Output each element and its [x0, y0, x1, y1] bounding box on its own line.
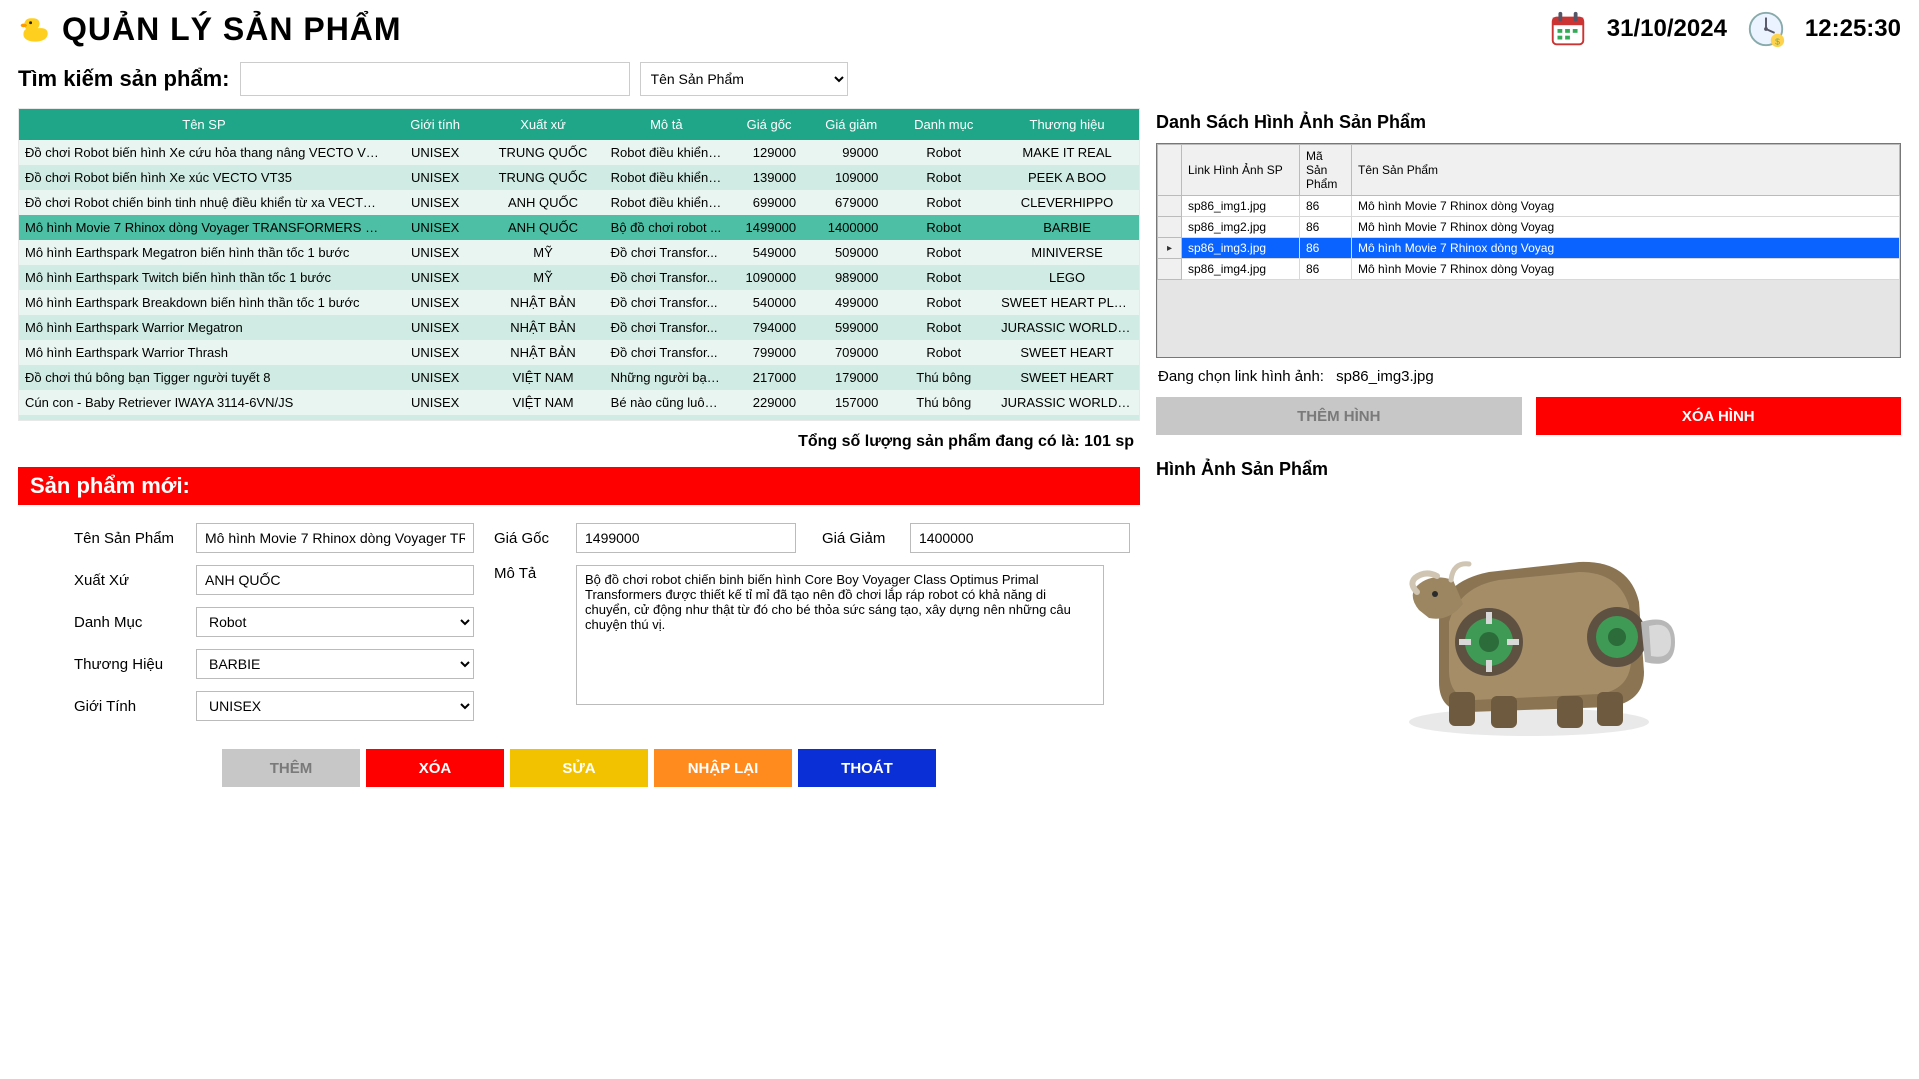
- product-table: Tên SP Giới tính Xuất xứ Mô tả Giá gốc G…: [19, 109, 1139, 421]
- label-cat: Danh Mục: [74, 614, 184, 631]
- label-desc: Mô Tả: [494, 565, 564, 582]
- col-origin[interactable]: Xuất xứ: [481, 109, 604, 140]
- table-row[interactable]: Đồ chơi thú bông bạn Tigger người tuyết …: [19, 365, 1139, 390]
- current-time: 12:25:30: [1805, 15, 1901, 43]
- table-row[interactable]: Cún con R/C - Pomeranian IWAYA 3159-2VN/…: [19, 415, 1139, 421]
- page-title: QUẢN LÝ SẢN PHẨM: [62, 11, 402, 48]
- col-name[interactable]: Tên SP: [19, 109, 389, 140]
- add-image-button: THÊM HÌNH: [1156, 397, 1522, 435]
- add-button: THÊM: [222, 749, 360, 787]
- search-label: Tìm kiếm sản phẩm:: [18, 66, 230, 92]
- image-row[interactable]: sp86_img3.jpg86Mô hình Movie 7 Rhinox dò…: [1158, 238, 1900, 259]
- current-date: 31/10/2024: [1607, 15, 1727, 43]
- duck-icon: [18, 11, 54, 47]
- col-brand[interactable]: Thương hiệu: [995, 109, 1139, 140]
- reset-button[interactable]: NHẬP LẠI: [654, 749, 792, 787]
- table-row[interactable]: Mô hình Earthspark Warrior MegatronUNISE…: [19, 315, 1139, 340]
- table-row[interactable]: Mô hình Movie 7 Rhinox dòng Voyager TRAN…: [19, 215, 1139, 240]
- imgcol-name[interactable]: Tên Sản Phẩm: [1352, 145, 1900, 196]
- image-row[interactable]: sp86_img4.jpg86Mô hình Movie 7 Rhinox dò…: [1158, 259, 1900, 280]
- table-row[interactable]: Mô hình Earthspark Warrior ThrashUNISEXN…: [19, 340, 1139, 365]
- total-count: Tổng số lượng sản phẩm đang có là: 101 s…: [18, 421, 1140, 459]
- delete-button[interactable]: XÓA: [366, 749, 504, 787]
- svg-text:$: $: [1775, 36, 1780, 46]
- col-cat[interactable]: Danh mục: [892, 109, 995, 140]
- image-row[interactable]: sp86_img2.jpg86Mô hình Movie 7 Rhinox dò…: [1158, 217, 1900, 238]
- input-price[interactable]: [576, 523, 796, 553]
- chosen-value: sp86_img3.jpg: [1336, 368, 1434, 385]
- clock-icon: $: [1745, 8, 1787, 50]
- select-brand[interactable]: BARBIE: [196, 649, 474, 679]
- textarea-desc[interactable]: [576, 565, 1104, 705]
- label-name: Tên Sản Phẩm: [74, 530, 184, 547]
- product-table-scroll[interactable]: Tên SP Giới tính Xuất xứ Mô tả Giá gốc G…: [18, 108, 1140, 421]
- image-list-title: Danh Sách Hình Ảnh Sản Phẩm: [1156, 112, 1901, 133]
- col-gender[interactable]: Giới tính: [389, 109, 481, 140]
- table-row[interactable]: Đồ chơi Robot chiến binh tinh nhuệ điều …: [19, 190, 1139, 215]
- input-sale[interactable]: [910, 523, 1130, 553]
- table-row[interactable]: Mô hình Earthspark Megatron biến hình th…: [19, 240, 1139, 265]
- delete-image-button[interactable]: XÓA HÌNH: [1536, 397, 1902, 435]
- col-price[interactable]: Giá gốc: [728, 109, 810, 140]
- edit-button[interactable]: SỬA: [510, 749, 648, 787]
- input-origin[interactable]: [196, 565, 474, 595]
- section-new-product: Sản phẩm mới:: [18, 467, 1140, 505]
- col-desc[interactable]: Mô tả: [605, 109, 728, 140]
- table-row[interactable]: Mô hình Earthspark Twitch biến hình thần…: [19, 265, 1139, 290]
- imgcol-code[interactable]: Mã Sản Phẩm: [1300, 145, 1352, 196]
- label-gender: Giới Tính: [74, 698, 184, 715]
- search-field-select[interactable]: Tên Sản Phẩm: [640, 62, 848, 96]
- image-grid[interactable]: Link Hình Ảnh SP Mã Sản Phẩm Tên Sản Phẩ…: [1156, 143, 1901, 358]
- label-brand: Thương Hiệu: [74, 656, 184, 673]
- col-sale[interactable]: Giá giảm: [810, 109, 892, 140]
- search-input[interactable]: [240, 62, 630, 96]
- table-row[interactable]: Mô hình Earthspark Breakdown biến hình t…: [19, 290, 1139, 315]
- image-row[interactable]: sp86_img1.jpg86Mô hình Movie 7 Rhinox dò…: [1158, 196, 1900, 217]
- imgcol-link[interactable]: Link Hình Ảnh SP: [1182, 145, 1300, 196]
- product-image-preview: [1156, 502, 1901, 752]
- label-origin: Xuất Xứ: [74, 572, 184, 589]
- label-sale: Giá Giảm: [822, 530, 898, 547]
- table-row[interactable]: Cún con - Baby Retriever IWAYA 3114-6VN/…: [19, 390, 1139, 415]
- input-name[interactable]: [196, 523, 474, 553]
- table-row[interactable]: Đồ chơi Robot biến hình Xe xúc VECTO VT3…: [19, 165, 1139, 190]
- select-gender[interactable]: UNISEX: [196, 691, 474, 721]
- exit-button[interactable]: THOÁT: [798, 749, 936, 787]
- calendar-icon: [1547, 8, 1589, 50]
- select-cat[interactable]: Robot: [196, 607, 474, 637]
- chosen-label: Đang chọn link hình ảnh:: [1158, 368, 1324, 385]
- label-price: Giá Gốc: [494, 530, 564, 547]
- table-row[interactable]: Đồ chơi Robot biến hình Xe cứu hỏa thang…: [19, 140, 1139, 165]
- preview-title: Hình Ảnh Sản Phẩm: [1156, 459, 1901, 480]
